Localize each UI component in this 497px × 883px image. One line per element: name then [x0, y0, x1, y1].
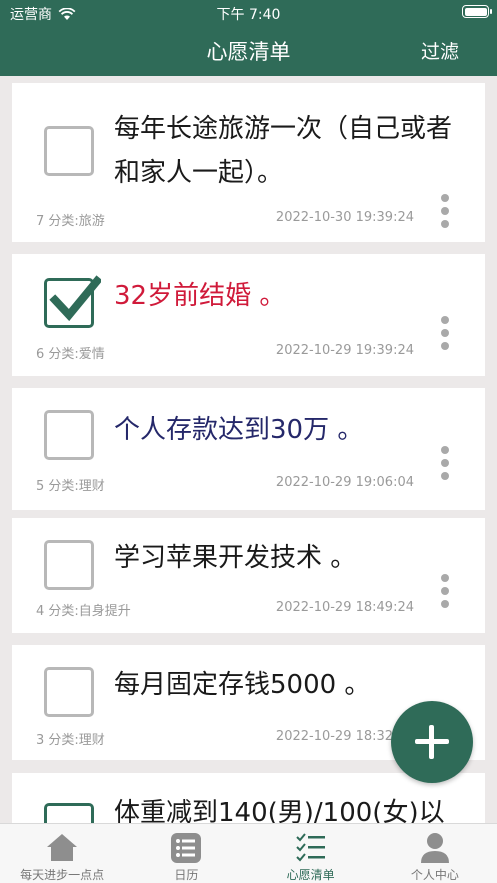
- wish-meta: 3 分类:理财: [36, 733, 105, 748]
- house-icon: [47, 834, 78, 861]
- list-icon: [171, 833, 202, 863]
- tab-label: 每天进步一点点: [20, 868, 105, 882]
- checkmark-icon: [49, 275, 101, 321]
- status-bar: 运营商 下午 7:40: [0, 0, 497, 26]
- wish-meta: 4 分类:自身提升: [36, 604, 131, 619]
- filter-button[interactable]: 过滤: [421, 37, 459, 64]
- more-icon[interactable]: [441, 316, 451, 355]
- wish-checkbox[interactable]: [44, 540, 94, 590]
- more-icon[interactable]: [441, 194, 451, 233]
- wish-title: 体重减到140(男)/100(女)以: [114, 798, 445, 823]
- wish-card[interactable]: 个人存款达到30万 。 5 分类:理财 2022-10-29 19:06:04: [12, 388, 485, 510]
- wish-checkbox[interactable]: [44, 667, 94, 717]
- tab-label: 个人中心: [410, 868, 459, 882]
- wish-card[interactable]: 每年长途旅游一次（自己或者和家人一起）。 7 分类:旅游 2022-10-30 …: [12, 83, 485, 242]
- tab-wishlist[interactable]: 心愿清单: [249, 824, 373, 883]
- tab-label: 日历: [174, 868, 199, 882]
- wish-title: 每月固定存钱5000 。: [114, 670, 371, 700]
- tab-bar: 每天进步一点点 日历 心愿清单 个人中心: [0, 823, 497, 883]
- wish-card[interactable]: 32岁前结婚 。 6 分类:爱情 2022-10-29 19:39:24: [12, 254, 485, 376]
- tab-daily[interactable]: 每天进步一点点: [0, 824, 124, 883]
- battery-icon: [462, 5, 492, 18]
- wish-checkbox[interactable]: [44, 410, 94, 460]
- checklist-icon: [295, 833, 325, 862]
- wish-checkbox[interactable]: [44, 126, 94, 176]
- wish-checkbox[interactable]: [44, 275, 101, 328]
- wish-meta: 5 分类:理财: [36, 479, 105, 494]
- wish-date: 2022-10-29 18:49:24: [275, 600, 414, 615]
- tab-profile[interactable]: 个人中心: [373, 824, 497, 883]
- tab-calendar[interactable]: 日历: [124, 824, 248, 883]
- wish-date: 2022-10-30 19:39:24: [275, 210, 414, 225]
- wish-title: 每年长途旅游一次（自己或者和家人一起）。: [114, 114, 453, 188]
- wish-title: 学习苹果开发技术 。: [114, 543, 357, 573]
- wish-card[interactable]: 体重减到140(男)/100(女)以: [12, 773, 485, 823]
- wish-meta: 7 分类:旅游: [36, 214, 105, 229]
- wish-date: 2022-10-29 19:39:24: [275, 343, 414, 358]
- tab-label: 心愿清单: [286, 868, 335, 882]
- wish-title: 个人存款达到30万 。: [114, 415, 364, 445]
- person-icon: [420, 833, 449, 863]
- wish-card[interactable]: 学习苹果开发技术 。 4 分类:自身提升 2022-10-29 18:49:24: [12, 518, 485, 633]
- add-wish-button[interactable]: [391, 701, 473, 783]
- more-icon[interactable]: [441, 574, 451, 613]
- wish-title: 32岁前结婚 。: [114, 281, 286, 311]
- wish-meta: 6 分类:爱情: [36, 347, 105, 362]
- wish-date: 2022-10-29 19:06:04: [275, 475, 414, 490]
- top-bar: 运营商 下午 7:40 心愿清单 过滤: [0, 0, 497, 76]
- status-time: 下午 7:40: [216, 7, 281, 23]
- more-icon[interactable]: [441, 446, 451, 485]
- wish-checkbox[interactable]: [44, 803, 94, 823]
